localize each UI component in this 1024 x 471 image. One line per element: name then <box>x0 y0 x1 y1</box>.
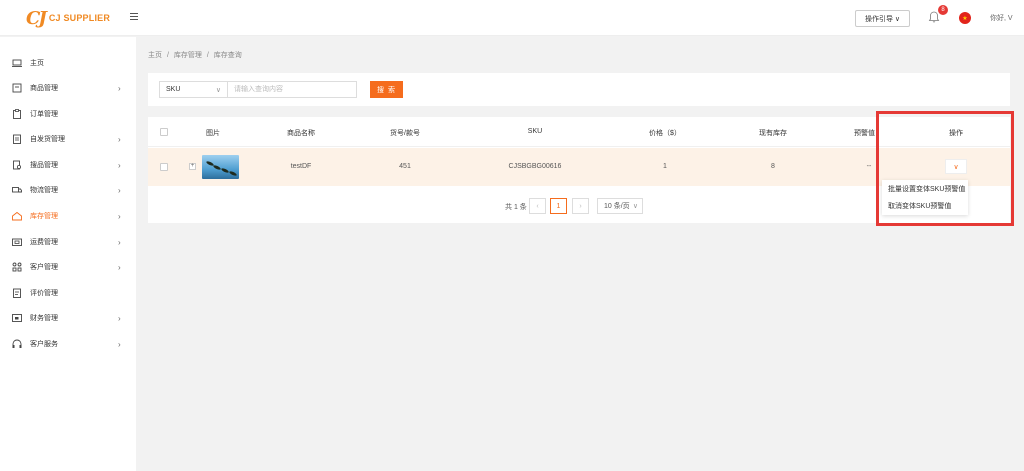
user-menu[interactable]: 你好, V <box>990 13 1013 23</box>
review-icon <box>13 288 21 298</box>
sidebar-item-label: 搜品管理 <box>30 162 58 169</box>
cell-sku: CJSBGBG00616 <box>508 163 562 170</box>
clipboard-icon <box>13 109 21 119</box>
column-header-sku: SKU <box>527 128 543 135</box>
sidebar-item-label: 自发货管理 <box>30 136 65 143</box>
page-size-value: 10 条/页 <box>604 203 630 210</box>
select-all-checkbox[interactable] <box>160 128 168 136</box>
notification-badge: 8 <box>938 5 948 15</box>
sidebar-item-finance[interactable]: 财务管理 › <box>0 307 136 329</box>
sidebar-item-inventory[interactable]: 库存管理 › <box>0 205 136 227</box>
search-field-value: SKU <box>166 86 181 93</box>
warehouse-icon <box>12 211 22 221</box>
breadcrumb-separator: / <box>206 52 209 59</box>
chevron-right-icon: › <box>118 339 121 349</box>
chevron-right-icon: › <box>118 160 121 170</box>
sidebar-item-customer-service[interactable]: 客户服务 › <box>0 333 136 355</box>
breadcrumb-current: 库存查询 <box>213 52 242 59</box>
menu-toggle-icon[interactable] <box>130 13 138 21</box>
search-panel: SKU ∨ 搜 索 <box>148 73 1010 106</box>
breadcrumb: 主页 / 库存管理 / 库存查询 <box>148 50 245 60</box>
chevron-down-icon: ∨ <box>632 203 638 210</box>
page-size-select[interactable]: 10 条/页 ∨ <box>597 198 643 214</box>
cell-price: 1 <box>663 163 667 170</box>
search-field-select[interactable]: SKU ∨ <box>159 81 227 98</box>
search-input[interactable] <box>227 81 357 98</box>
sidebar-item-label: 物流管理 <box>30 187 58 194</box>
sidebar: 主页 商品管理 › 订单管理 自发货管理 › 搜品管理 › 物流管理 › 库存管… <box>0 37 136 471</box>
highlight-box <box>876 111 1014 226</box>
sidebar-item-products[interactable]: 商品管理 › <box>0 77 136 99</box>
search-button[interactable]: 搜 索 <box>370 81 403 98</box>
finance-icon <box>12 314 22 322</box>
shipping-doc-icon <box>13 134 21 144</box>
column-header-stock: 现有库存 <box>759 130 787 137</box>
sidebar-item-self-shipping[interactable]: 自发货管理 › <box>0 128 136 150</box>
sidebar-item-logistics[interactable]: 物流管理 › <box>0 179 136 201</box>
sidebar-item-label: 客户管理 <box>30 264 58 271</box>
sidebar-item-sourcing[interactable]: 搜品管理 › <box>0 154 136 176</box>
next-page-button[interactable]: › <box>572 198 589 214</box>
column-header-product-name: 商品名称 <box>287 130 315 137</box>
chevron-right-icon: › <box>118 313 121 323</box>
package-icon <box>12 83 22 93</box>
guide-dropdown-button[interactable]: 操作引导 ∨ <box>855 10 910 27</box>
sidebar-item-label: 订单管理 <box>30 111 58 118</box>
cell-warning: -- <box>866 163 872 170</box>
logo-text: CJ SUPPLIER <box>48 13 111 23</box>
sidebar-item-label: 评价管理 <box>30 290 58 297</box>
chevron-right-icon: › <box>118 185 121 195</box>
breadcrumb-separator: / <box>166 52 169 59</box>
sidebar-item-label: 运费管理 <box>30 239 58 246</box>
chevron-right-icon: › <box>118 262 121 272</box>
sidebar-item-label: 客户服务 <box>30 341 58 348</box>
sidebar-item-freight[interactable]: 运费管理 › <box>0 231 136 253</box>
truck-icon <box>12 187 22 193</box>
search-doc-icon <box>13 160 22 170</box>
column-header-image: 图片 <box>206 130 220 137</box>
customers-icon <box>12 262 22 272</box>
logo[interactable]: CJ CJ SUPPLIER <box>26 6 110 30</box>
logo-mark: CJ <box>26 7 47 29</box>
sidebar-item-customers[interactable]: 客户管理 › <box>0 256 136 278</box>
chevron-right-icon: › <box>118 134 121 144</box>
headset-icon <box>12 339 22 348</box>
pagination-total: 共 1 条 <box>505 204 527 211</box>
cell-product-name: testDF <box>290 163 312 170</box>
prev-page-button[interactable]: ‹ <box>529 198 546 214</box>
cell-item-number: 451 <box>399 163 411 170</box>
sidebar-item-orders[interactable]: 订单管理 <box>0 103 136 125</box>
cell-stock: 8 <box>771 163 775 170</box>
expand-row-icon[interactable]: + <box>189 163 196 170</box>
china-flag-icon[interactable]: ★ <box>959 12 971 24</box>
top-bar: CJ CJ SUPPLIER 操作引导 ∨ 8 ★ 你好, V <box>0 0 1024 36</box>
sidebar-item-label: 主页 <box>30 60 44 67</box>
product-thumbnail[interactable] <box>202 155 239 179</box>
column-header-item-number: 货号/款号 <box>390 130 420 137</box>
freight-icon <box>12 238 22 246</box>
laptop-icon <box>12 59 22 67</box>
row-checkbox[interactable] <box>160 163 168 171</box>
sidebar-item-home[interactable]: 主页 <box>0 52 136 74</box>
page-1-button[interactable]: 1 <box>550 198 567 214</box>
sidebar-item-label: 库存管理 <box>30 213 58 220</box>
sidebar-item-label: 财务管理 <box>30 315 58 322</box>
chevron-right-icon: › <box>118 237 121 247</box>
sidebar-item-reviews[interactable]: 评价管理 <box>0 282 136 304</box>
breadcrumb-inventory[interactable]: 库存管理 <box>174 52 202 59</box>
sidebar-item-label: 商品管理 <box>30 85 58 92</box>
chevron-right-icon: › <box>118 83 121 93</box>
chevron-down-icon: ∨ <box>215 87 221 94</box>
column-header-price: 价格（$） <box>649 130 681 137</box>
breadcrumb-home[interactable]: 主页 <box>148 52 162 59</box>
chevron-right-icon: › <box>118 211 121 221</box>
